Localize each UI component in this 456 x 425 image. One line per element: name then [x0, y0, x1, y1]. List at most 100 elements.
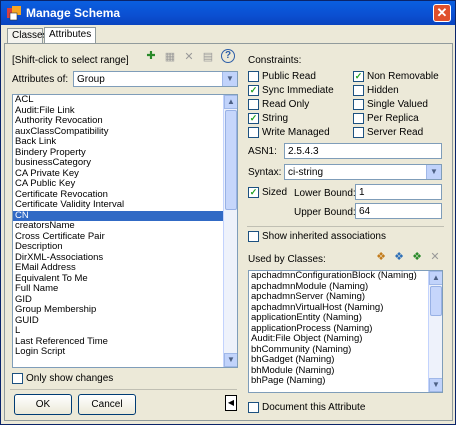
- lower-bound-label: Lower Bound:: [294, 188, 356, 199]
- list-item[interactable]: L: [13, 325, 237, 337]
- checkbox-box[interactable]: ✓: [248, 113, 259, 124]
- scroll-down-icon[interactable]: ▼: [224, 353, 237, 367]
- checkbox-box[interactable]: [248, 402, 259, 413]
- constraint-checkbox[interactable]: ✓ Sync Immediate: [248, 85, 343, 97]
- edit-attribute-icon[interactable]: ▦: [163, 50, 177, 64]
- list-item[interactable]: bhPage (Naming): [249, 375, 442, 387]
- delete-attribute-icon[interactable]: ✕: [182, 50, 196, 64]
- constraint-checkbox[interactable]: Single Valued: [353, 99, 448, 111]
- attributes-list[interactable]: ACL Audit:File Link Authority Revocation au…: [12, 94, 238, 368]
- list-item[interactable]: Audit:File Object (Naming): [249, 333, 442, 345]
- list-item[interactable]: Certificate Validity Interval: [13, 199, 237, 211]
- list-item[interactable]: Description: [13, 241, 237, 253]
- constraint-checkbox[interactable]: Read Only: [248, 99, 343, 111]
- list-item[interactable]: apchadmnConfigurationBlock (Naming): [249, 271, 442, 282]
- constraint-label: Per Replica: [367, 113, 419, 124]
- constraint-checkbox[interactable]: Hidden: [353, 85, 448, 97]
- constraint-label: Write Managed: [262, 127, 330, 138]
- scroll-thumb[interactable]: [225, 110, 237, 210]
- list-item[interactable]: Back Link: [13, 136, 237, 148]
- checkbox-box[interactable]: [353, 113, 364, 124]
- sized-checkbox[interactable]: ✓ Sized: [248, 187, 293, 199]
- syntax-select[interactable]: ci-string ▼: [284, 164, 442, 180]
- list-item[interactable]: bhGadget (Naming): [249, 354, 442, 366]
- checkbox-box[interactable]: [353, 85, 364, 96]
- asn1-field[interactable]: 2.5.4.3: [284, 143, 442, 159]
- scroll-thumb[interactable]: [430, 286, 442, 316]
- attributes-of-select[interactable]: Group ▼: [73, 71, 238, 87]
- list-item[interactable]: Full Name: [13, 283, 237, 295]
- scroll-down-icon[interactable]: ▼: [429, 378, 442, 392]
- constraint-checkbox[interactable]: ✓ Non Removable: [353, 71, 448, 83]
- checkbox-box[interactable]: [12, 373, 23, 384]
- ok-button[interactable]: OK: [14, 394, 72, 415]
- list-item[interactable]: Login Script: [13, 346, 237, 358]
- scroll-up-icon[interactable]: ▲: [429, 271, 442, 285]
- paste-class-icon[interactable]: ❖: [410, 250, 424, 264]
- used-by-list-scrollbar[interactable]: ▲ ▼: [428, 271, 442, 392]
- checkbox-box[interactable]: [248, 71, 259, 82]
- upper-bound-label: Upper Bound:: [294, 207, 356, 218]
- checkbox-box[interactable]: [353, 127, 364, 138]
- constraint-label: Non Removable: [367, 71, 439, 82]
- manage-schema-window: Manage Schema ✕ Classes Attributes [Shif…: [0, 0, 456, 425]
- checkbox-box[interactable]: ✓: [248, 187, 259, 198]
- checkbox-box[interactable]: [353, 99, 364, 110]
- constraint-checkbox[interactable]: Per Replica: [353, 113, 448, 125]
- checkbox-box[interactable]: [248, 127, 259, 138]
- tab-classes[interactable]: Classes: [7, 28, 48, 43]
- constraint-checkbox[interactable]: Server Read: [353, 127, 448, 139]
- syntax-value: ci-string: [288, 167, 324, 178]
- tab-attributes[interactable]: Attributes: [44, 27, 96, 43]
- constraint-checkbox[interactable]: ✓ String: [248, 113, 343, 125]
- properties-icon[interactable]: ▤: [201, 50, 215, 64]
- attributes-list-scrollbar[interactable]: ▲ ▼: [223, 95, 237, 367]
- list-item[interactable]: businessCategory: [13, 157, 237, 169]
- checkbox-box[interactable]: [248, 99, 259, 110]
- used-by-label: Used by Classes:: [248, 254, 326, 265]
- constraint-label: Server Read: [367, 127, 424, 138]
- constraint-label: Single Valued: [367, 99, 428, 110]
- list-item[interactable]: Authority Revocation: [13, 115, 237, 127]
- list-item[interactable]: applicationEntity (Naming): [249, 312, 442, 324]
- constraint-label: Sync Immediate: [262, 85, 334, 96]
- collapse-panel-button[interactable]: ◀: [225, 395, 237, 411]
- list-item[interactable]: ACL: [13, 95, 237, 106]
- syntax-label: Syntax:: [248, 167, 282, 178]
- constraint-label: Read Only: [262, 99, 310, 110]
- schema-app-icon: [7, 6, 21, 21]
- list-item[interactable]: creatorsName: [13, 220, 237, 232]
- checkbox-box[interactable]: ✓: [248, 85, 259, 96]
- close-button[interactable]: ✕: [433, 4, 451, 22]
- add-attribute-icon[interactable]: ✚: [144, 49, 158, 63]
- checkbox-box[interactable]: ✓: [353, 71, 364, 82]
- checkbox-box[interactable]: [248, 231, 259, 242]
- cancel-button[interactable]: Cancel: [78, 394, 136, 415]
- constraint-checkbox[interactable]: Public Read: [248, 71, 343, 83]
- upper-bound-field[interactable]: 64: [355, 203, 442, 219]
- list-item[interactable]: apchadmnServer (Naming): [249, 291, 442, 303]
- chevron-down-icon[interactable]: ▼: [222, 72, 237, 86]
- document-attribute-checkbox[interactable]: Document this Attribute: [248, 402, 368, 414]
- title-bar[interactable]: Manage Schema ✕: [1, 1, 455, 25]
- constraint-label: String: [262, 113, 289, 124]
- used-by-list-rows: apchadmnConfigurationBlock (Naming) apcha…: [249, 271, 442, 387]
- lower-bound-field[interactable]: 1: [355, 184, 442, 200]
- scroll-up-icon[interactable]: ▲: [224, 95, 237, 109]
- used-by-list[interactable]: apchadmnConfigurationBlock (Naming) apcha…: [248, 270, 443, 393]
- list-item[interactable]: EMail Address: [13, 262, 237, 274]
- help-icon[interactable]: ?: [221, 49, 235, 63]
- list-item[interactable]: GUID: [13, 315, 237, 327]
- range-hint: [Shift-click to select range]: [12, 55, 129, 66]
- list-item[interactable]: CA Public Key: [13, 178, 237, 190]
- list-item[interactable]: Group Membership: [13, 304, 237, 316]
- only-show-changes-checkbox[interactable]: Only show changes: [12, 373, 122, 385]
- constraint-checkbox[interactable]: Write Managed: [248, 127, 343, 139]
- divider: [247, 226, 444, 227]
- attributes-list-rows: ACL Audit:File Link Authority Revocation au…: [13, 95, 237, 358]
- copy-class-icon[interactable]: ❖: [392, 250, 406, 264]
- remove-class-icon[interactable]: ✕: [428, 250, 442, 264]
- chevron-down-icon[interactable]: ▼: [426, 165, 441, 179]
- add-class-icon[interactable]: ❖: [374, 250, 388, 264]
- show-inherited-checkbox[interactable]: Show inherited associations: [248, 231, 408, 243]
